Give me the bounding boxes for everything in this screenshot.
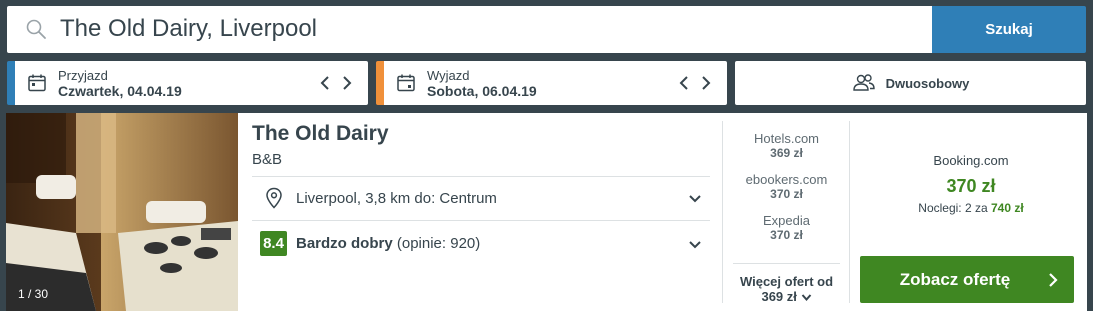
offer-provider: ebookers.com (745, 172, 828, 187)
rating-row[interactable]: 8.4 Bardzo dobry (opinie: 920) (252, 221, 710, 265)
offer-price: 369 zł (770, 146, 803, 160)
divider (849, 121, 850, 303)
hotel-photo[interactable]: 1 / 30 (6, 113, 238, 311)
search-icon (26, 19, 46, 39)
people-icon (852, 74, 875, 91)
calendar-icon (28, 74, 46, 92)
chevron-right-icon[interactable] (340, 73, 354, 93)
offer-provider: Expedia (763, 213, 810, 228)
hotel-photo-image (6, 113, 238, 311)
chevron-down-icon[interactable] (688, 238, 702, 252)
photo-counter: 1 / 30 (18, 287, 49, 301)
chevron-down-icon[interactable] (688, 192, 702, 206)
more-offers-link[interactable]: Więcej ofert od 369 zł (723, 274, 850, 304)
checkout-value: Sobota, 06.04.19 (427, 83, 537, 99)
map-pin-icon (266, 187, 282, 209)
checkin-date-field[interactable]: Przyjazd Czwartek, 04.04.19 (7, 61, 368, 105)
offer-provider: Hotels.com (753, 131, 820, 146)
offer-item[interactable]: Hotels.com 369 zł (723, 131, 850, 161)
divider (733, 263, 840, 264)
checkin-label: Przyjazd (58, 68, 108, 83)
hotel-name[interactable]: The Old Dairy (252, 122, 389, 146)
room-type-selector[interactable]: Dwuosobowy (735, 61, 1086, 105)
best-offer-price: 370 zł (946, 176, 996, 196)
rating-badge: 8.4 (260, 231, 287, 256)
hotel-info: The Old Dairy B&B Liverpool, 3,8 km do: … (252, 113, 710, 311)
checkout-arrows (677, 73, 713, 93)
view-deal-label: Zobacz ofertę (899, 270, 1011, 289)
rating-text: Bardzo dobry (opinie: 920) (296, 235, 480, 252)
chevron-down-icon (801, 294, 811, 302)
other-offers: Hotels.com 369 zł ebookers.com 370 zł Ex… (723, 113, 850, 311)
total-price: 740 zł (991, 201, 1024, 215)
checkin-value: Czwartek, 04.04.19 (58, 83, 182, 99)
view-deal-button[interactable]: Zobacz ofertę (860, 256, 1074, 303)
offer-item[interactable]: Expedia 370 zł (723, 213, 850, 243)
best-offer-nights: Noclegi: 2 za 740 zł (855, 201, 1087, 215)
chevron-left-icon[interactable] (318, 73, 332, 93)
room-type-label: Dwuosobowy (885, 75, 970, 91)
checkin-arrows (318, 73, 354, 93)
search-button[interactable]: Szukaj (932, 6, 1086, 53)
search-input[interactable]: The Old Dairy, Liverpool (7, 6, 932, 53)
nights-label: Noclegi: 2 za (918, 201, 988, 215)
checkout-date-field[interactable]: Wyjazd Sobota, 06.04.19 (376, 61, 727, 105)
more-offers-label: Więcej ofert od (739, 274, 834, 289)
hotel-type: B&B (252, 151, 283, 168)
location-row[interactable]: Liverpool, 3,8 km do: Centrum (252, 177, 710, 220)
calendar-icon (397, 74, 415, 92)
location-text: Liverpool, 3,8 km do: Centrum (296, 190, 497, 207)
offer-item[interactable]: ebookers.com 370 zł (723, 172, 850, 202)
offer-price: 370 zł (770, 228, 803, 242)
search-bar: The Old Dairy, Liverpool Szukaj (7, 6, 1086, 53)
search-query: The Old Dairy, Liverpool (60, 15, 317, 42)
chevron-right-icon (1049, 273, 1058, 287)
rating-reviews: (opinie: 920) (396, 235, 481, 252)
more-offers-price-row: 369 zł (723, 289, 850, 304)
best-offer-provider: Booking.com (933, 153, 1009, 168)
chevron-right-icon[interactable] (699, 73, 713, 93)
more-offers-price: 369 zł (761, 289, 797, 304)
chevron-left-icon[interactable] (677, 73, 691, 93)
hotel-result-card: 1 / 30 The Old Dairy B&B Liverpool, 3,8 … (6, 113, 1087, 311)
best-offer: Booking.com 370 zł Noclegi: 2 za 740 zł … (855, 113, 1087, 311)
checkout-label: Wyjazd (427, 68, 470, 83)
rating-label: Bardzo dobry (296, 235, 393, 252)
offer-price: 370 zł (770, 187, 803, 201)
